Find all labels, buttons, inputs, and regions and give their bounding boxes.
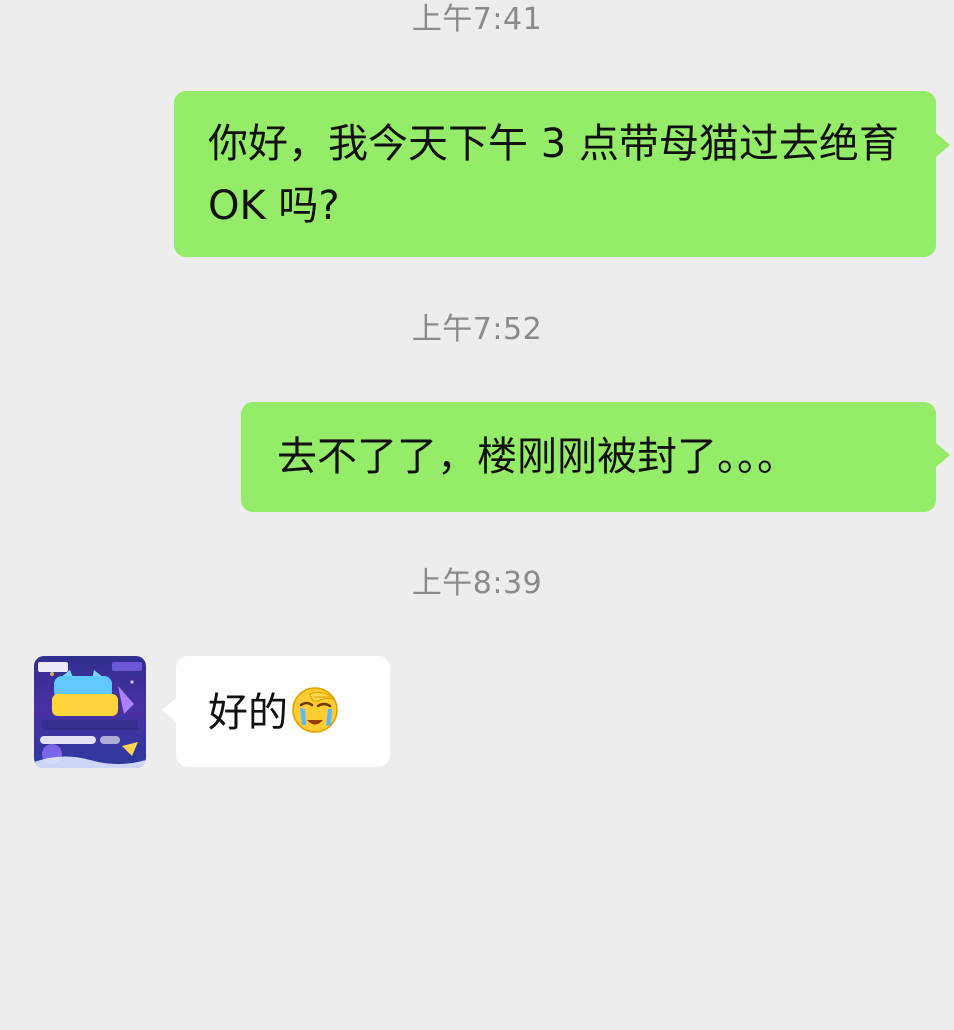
avatar-image <box>34 662 146 768</box>
chat-thread: 上午7:41 你好，我今天下午 3 点带母猫过去绝育 OK 吗? 上午7:52 … <box>0 0 954 1030</box>
message-bubble-outgoing[interactable]: 你好，我今天下午 3 点带母猫过去绝育 OK 吗? <box>174 91 936 257</box>
timestamp: 上午8:39 <box>411 566 543 601</box>
bubble-tail <box>936 133 950 157</box>
timestamp: 上午7:52 <box>411 312 543 347</box>
message-text: 好的 <box>208 690 288 736</box>
bubble-tail <box>162 698 176 722</box>
timestamp: 上午7:41 <box>411 2 543 37</box>
message-bubble-outgoing[interactable]: 去不了了，楼刚刚被封了。。。 <box>241 402 936 512</box>
message-text: 去不了了，楼刚刚被封了。。。 <box>277 434 797 480</box>
facepalm-crying-emoji-icon <box>290 685 340 735</box>
message-bubble-incoming[interactable]: 好的 <box>176 656 390 767</box>
message-text: 你好，我今天下午 3 点带母猫过去绝育 OK 吗? <box>208 121 899 229</box>
bubble-tail <box>936 443 950 467</box>
contact-avatar[interactable] <box>34 656 146 768</box>
